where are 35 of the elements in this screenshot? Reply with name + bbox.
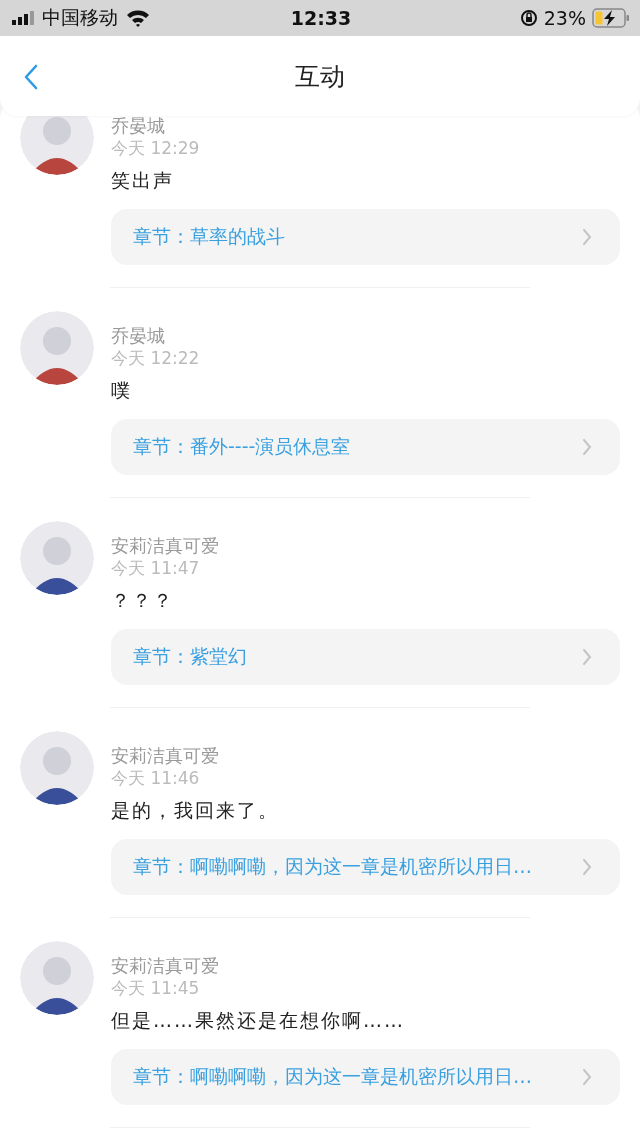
comment-text: ？？？: [111, 588, 174, 613]
back-button[interactable]: [22, 62, 40, 92]
signal-icon: [12, 11, 34, 25]
chevron-icon: [582, 228, 592, 246]
user-name: 乔晏城: [111, 115, 165, 137]
chevron-icon: [582, 1068, 592, 1086]
wifi-icon: [126, 9, 150, 27]
user-name: 安莉洁真可爱: [111, 535, 219, 557]
comment-time: 今天 11:47: [111, 557, 200, 579]
comment-text: 但是……果然还是在想你啊……: [111, 1008, 405, 1033]
comment-text: 是的，我回来了。: [111, 798, 279, 823]
chevron-icon: [582, 648, 592, 666]
chapter-link[interactable]: 章节：番外----演员休息室: [111, 419, 620, 475]
chapter-link[interactable]: 章节：啊嘞啊嘞，因为这一章是机密所以用日…: [111, 1049, 620, 1105]
chevron-icon: [582, 858, 592, 876]
comment-time: 今天 12:29: [111, 137, 200, 159]
chevron-icon: [582, 438, 592, 456]
rotation-lock-icon: [519, 9, 538, 27]
user-name: 安莉洁真可爱: [111, 745, 219, 767]
comment-time: 今天 11:46: [111, 767, 200, 789]
comment-time: 今天 12:22: [111, 347, 200, 369]
chapter-link[interactable]: 章节：啊嘞啊嘞，因为这一章是机密所以用日…: [111, 839, 620, 895]
chapter-link[interactable]: 章节：草率的战斗: [111, 209, 620, 265]
page-title: 互动: [295, 60, 345, 93]
user-name: 乔晏城: [111, 325, 165, 347]
clock-time: 12:33: [290, 7, 352, 29]
battery-percent: 23%: [543, 7, 586, 29]
battery-charging-icon: [592, 8, 630, 28]
comment-text: 笑出声: [111, 168, 174, 193]
comment-text: 噗: [111, 378, 132, 403]
comment-time: 今天 11:45: [111, 977, 200, 999]
back-icon: [24, 64, 38, 90]
user-name: 安莉洁真可爱: [111, 955, 219, 977]
carrier-name: 中国移动: [42, 5, 118, 30]
chapter-link[interactable]: 章节：紫堂幻: [111, 629, 620, 685]
